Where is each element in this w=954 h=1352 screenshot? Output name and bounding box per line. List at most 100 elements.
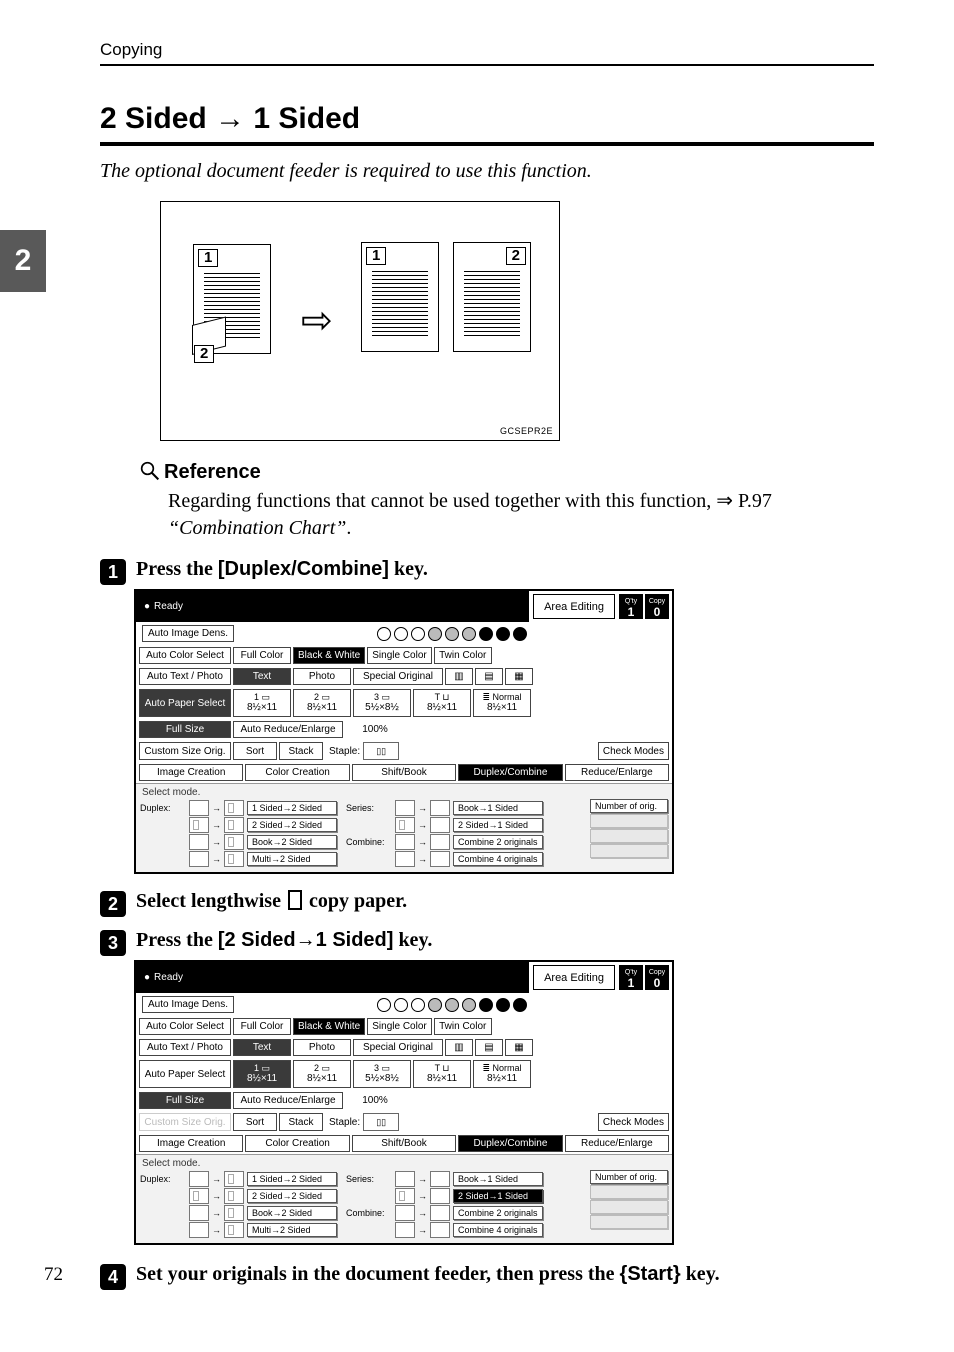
full-color-button[interactable]: Full Color	[233, 647, 291, 664]
tray-4-button[interactable]: T ⊔8½×11	[413, 1060, 471, 1088]
combine-4-button[interactable]: Combine 4 originals	[453, 1223, 543, 1237]
auto-text-photo-button[interactable]: Auto Text / Photo	[139, 1039, 231, 1056]
combine-2-button[interactable]: Combine 2 originals	[453, 1206, 543, 1220]
blank-button-3[interactable]	[590, 844, 668, 858]
2sided-1sided-button[interactable]: 2 Sided→1 Sided	[453, 1189, 543, 1203]
tray-2-button[interactable]: 2 ▭8½×11	[293, 1060, 351, 1088]
tray-1-button[interactable]: 1 ▭8½×11	[233, 1060, 291, 1088]
tray-3-button[interactable]: 3 ▭5½×8½	[353, 689, 411, 717]
1sided-2sided-button[interactable]: 1 Sided→2 Sided	[247, 1172, 337, 1186]
book-2sided-button[interactable]: Book→2 Sided	[247, 835, 337, 849]
full-size-button[interactable]: Full Size	[139, 721, 231, 738]
book-1sided-button[interactable]: Book→1 Sided	[453, 1172, 543, 1186]
copy-count-indicator: Copy0	[645, 594, 669, 619]
auto-paper-select-button[interactable]: Auto Paper Select	[139, 689, 231, 717]
reduce-enlarge-tab[interactable]: Reduce/Enlarge	[565, 1135, 669, 1152]
orientation-b-button[interactable]: ▤	[475, 1039, 503, 1056]
text-button[interactable]: Text	[233, 668, 291, 685]
staple-button[interactable]: ▯▯	[363, 1113, 399, 1131]
number-of-orig-button[interactable]: Number of orig.	[590, 799, 668, 813]
auto-color-select-button[interactable]: Auto Color Select	[139, 647, 231, 664]
color-creation-tab[interactable]: Color Creation	[245, 764, 349, 781]
reference-body: Regarding functions that cannot be used …	[168, 488, 874, 542]
black-white-button[interactable]: Black & White	[293, 647, 365, 664]
staple-label: Staple:	[329, 746, 360, 757]
auto-image-density-button[interactable]: Auto Image Dens.	[142, 996, 234, 1013]
special-original-button[interactable]: Special Original	[353, 668, 443, 685]
2sided-1sided-button[interactable]: 2 Sided→1 Sided	[453, 818, 543, 832]
special-original-button[interactable]: Special Original	[353, 1039, 443, 1056]
copy-count-indicator: Copy0	[645, 965, 669, 990]
sort-button[interactable]: Sort	[233, 742, 277, 760]
orientation-a-button[interactable]: ▥	[445, 668, 473, 685]
stack-button[interactable]: Stack	[279, 1113, 323, 1131]
text-button[interactable]: Text	[233, 1039, 291, 1056]
blank-button-2[interactable]	[590, 1200, 668, 1214]
check-modes-button[interactable]: Check Modes	[598, 742, 669, 760]
orientation-b-button[interactable]: ▤	[475, 668, 503, 685]
book-2sided-button[interactable]: Book→2 Sided	[247, 1206, 337, 1220]
book-1sided-button[interactable]: Book→1 Sided	[453, 801, 543, 815]
photo-button[interactable]: Photo	[293, 668, 351, 685]
full-color-button[interactable]: Full Color	[233, 1018, 291, 1035]
orientation-c-button[interactable]: ▦	[505, 1039, 533, 1056]
blank-button-1[interactable]	[590, 814, 668, 828]
multi-2sided-button[interactable]: Multi→2 Sided	[247, 852, 337, 866]
multi-2sided-button[interactable]: Multi→2 Sided	[247, 1223, 337, 1237]
auto-reduce-enlarge-button[interactable]: Auto Reduce/Enlarge	[233, 721, 343, 738]
combine-4-button[interactable]: Combine 4 originals	[453, 852, 543, 866]
zoom-percentage: 100%	[345, 721, 405, 738]
illustration-id: GCSEPR2E	[500, 426, 553, 436]
area-editing-button[interactable]: Area Editing	[533, 594, 615, 619]
tray-2-button[interactable]: 2 ▭8½×11	[293, 689, 351, 717]
tray-1-button[interactable]: 1 ▭8½×11	[233, 689, 291, 717]
number-of-orig-button[interactable]: Number of orig.	[590, 1170, 668, 1184]
duplex-combine-tab[interactable]: Duplex/Combine	[458, 764, 562, 781]
tray-5-button[interactable]: ≣ Normal8½×11	[473, 1060, 531, 1088]
density-scale[interactable]	[238, 998, 666, 1012]
reduce-enlarge-tab[interactable]: Reduce/Enlarge	[565, 764, 669, 781]
series-label: Series:	[346, 803, 392, 813]
image-creation-tab[interactable]: Image Creation	[139, 1135, 243, 1152]
2sided-2sided-button[interactable]: 2 Sided→2 Sided	[247, 1189, 337, 1203]
stack-button[interactable]: Stack	[279, 742, 323, 760]
photo-button[interactable]: Photo	[293, 1039, 351, 1056]
duplex-label: Duplex:	[140, 803, 186, 813]
tray-5-button[interactable]: ≣ Normal8½×11	[473, 689, 531, 717]
check-modes-button[interactable]: Check Modes	[598, 1113, 669, 1131]
auto-color-select-button[interactable]: Auto Color Select	[139, 1018, 231, 1035]
magnifier-icon	[140, 461, 160, 481]
orientation-a-button[interactable]: ▥	[445, 1039, 473, 1056]
color-creation-tab[interactable]: Color Creation	[245, 1135, 349, 1152]
auto-paper-select-button[interactable]: Auto Paper Select	[139, 1060, 231, 1088]
series-label: Series:	[346, 1174, 392, 1184]
shift-book-tab[interactable]: Shift/Book	[352, 764, 456, 781]
density-scale[interactable]	[238, 627, 666, 641]
staple-button[interactable]: ▯▯	[363, 742, 399, 760]
auto-text-photo-button[interactable]: Auto Text / Photo	[139, 668, 231, 685]
tray-3-button[interactable]: 3 ▭5½×8½	[353, 1060, 411, 1088]
twin-color-button[interactable]: Twin Color	[434, 1018, 492, 1035]
blank-button-2[interactable]	[590, 829, 668, 843]
area-editing-button[interactable]: Area Editing	[533, 965, 615, 990]
tray-4-button[interactable]: T ⊔8½×11	[413, 689, 471, 717]
sort-button[interactable]: Sort	[233, 1113, 277, 1131]
auto-image-density-button[interactable]: Auto Image Dens.	[142, 625, 234, 642]
blank-button-1[interactable]	[590, 1185, 668, 1199]
single-color-button[interactable]: Single Color	[367, 1018, 431, 1035]
single-color-button[interactable]: Single Color	[367, 647, 431, 664]
2sided-2sided-button[interactable]: 2 Sided→2 Sided	[247, 818, 337, 832]
full-size-button[interactable]: Full Size	[139, 1092, 231, 1109]
blank-button-3[interactable]	[590, 1215, 668, 1229]
combine-2-button[interactable]: Combine 2 originals	[453, 835, 543, 849]
twin-color-button[interactable]: Twin Color	[434, 647, 492, 664]
auto-reduce-enlarge-button[interactable]: Auto Reduce/Enlarge	[233, 1092, 343, 1109]
orientation-c-button[interactable]: ▦	[505, 668, 533, 685]
step-number-icon: 3	[100, 930, 126, 956]
duplex-combine-tab[interactable]: Duplex/Combine	[458, 1135, 562, 1152]
1sided-2sided-button[interactable]: 1 Sided→2 Sided	[247, 801, 337, 815]
custom-size-orig-button[interactable]: Custom Size Orig.	[139, 742, 231, 760]
image-creation-tab[interactable]: Image Creation	[139, 764, 243, 781]
shift-book-tab[interactable]: Shift/Book	[352, 1135, 456, 1152]
black-white-button[interactable]: Black & White	[293, 1018, 365, 1035]
